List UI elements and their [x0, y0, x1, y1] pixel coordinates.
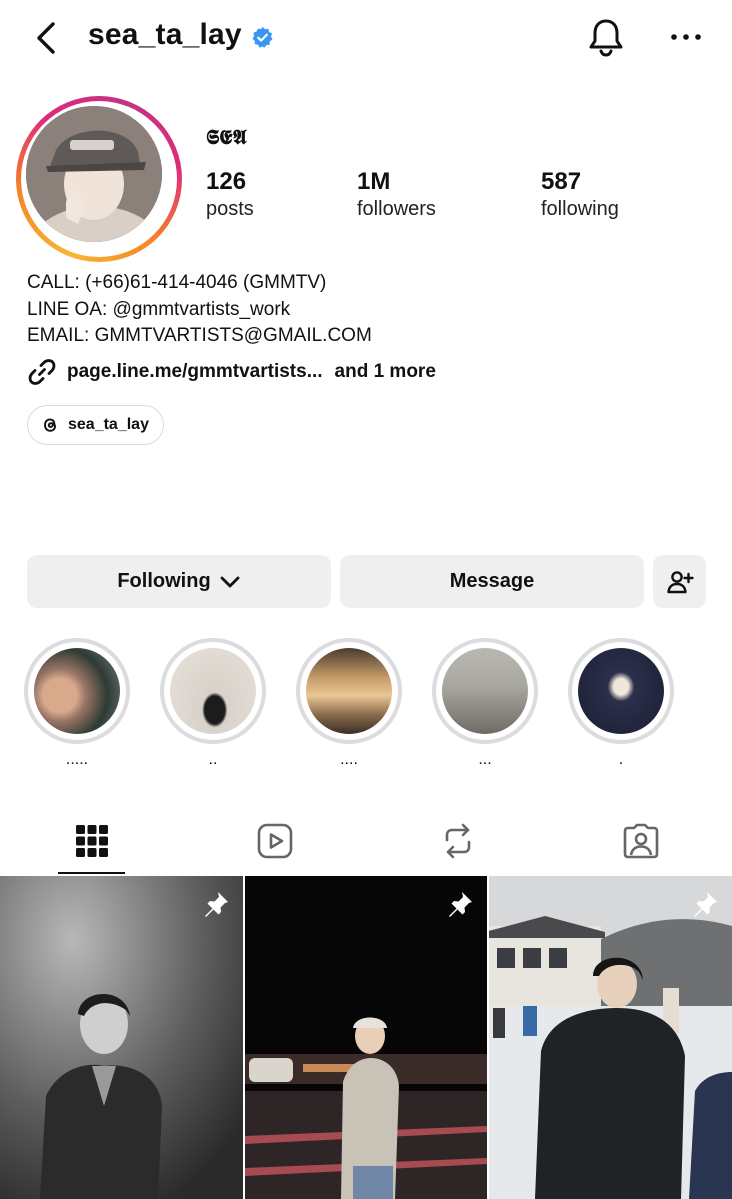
highlight-cover [306, 648, 392, 734]
bio-line: EMAIL: GMMTVARTISTS@GMAIL.COM [27, 325, 372, 346]
threads-badge[interactable]: sea_ta_lay [27, 405, 164, 445]
tab-reposts[interactable] [366, 808, 549, 874]
following-label: Following [117, 570, 211, 592]
chevron-down-icon [220, 576, 240, 587]
stat-followers[interactable]: 1M followers [357, 168, 436, 222]
pin-icon [694, 892, 717, 917]
post-thumbnail[interactable] [245, 876, 487, 1199]
following-button[interactable]: Following [27, 555, 331, 608]
story-ring[interactable] [16, 96, 182, 262]
stat-value: 1M [357, 168, 391, 195]
stat-following[interactable]: 587 following [541, 168, 619, 222]
bio-link-more[interactable]: and 1 more [335, 361, 436, 383]
posts-grid [0, 876, 732, 1199]
reels-icon [257, 823, 292, 859]
avatar[interactable] [26, 106, 162, 242]
tab-tagged[interactable] [549, 808, 732, 874]
more-options-icon[interactable] [668, 24, 704, 50]
tab-reels[interactable] [183, 808, 366, 874]
grid-icon [75, 825, 108, 857]
highlight-caption: .... [340, 751, 358, 768]
highlight-item[interactable]: ..... [24, 638, 130, 770]
verified-badge-icon [251, 26, 274, 49]
bio-link-text[interactable]: page.line.me/gmmtvartists... [67, 361, 323, 383]
pin-icon [205, 892, 228, 917]
stat-value: 587 [541, 168, 582, 195]
post-thumbnail[interactable] [0, 876, 243, 1199]
add-user-button[interactable] [653, 555, 706, 608]
tab-grid[interactable] [0, 808, 183, 874]
highlight-caption: ... [478, 751, 492, 768]
highlight-cover [578, 648, 664, 734]
stat-value: 126 [206, 168, 247, 195]
threads-icon [44, 418, 56, 432]
bio-line: LINE OA: @gmmtvartists_work [27, 298, 291, 320]
highlight-item[interactable]: . [568, 638, 674, 770]
stat-label: followers [357, 198, 436, 220]
link-icon [28, 359, 56, 385]
profile-username: sea_ta_lay [88, 18, 242, 51]
message-label: Message [449, 570, 535, 592]
highlight-caption: . [618, 751, 624, 768]
highlight-item[interactable]: .. [160, 638, 266, 770]
pin-icon [449, 892, 472, 917]
bio: CALL: (+66)61-414-4046 (GMMTV) LINE OA: … [27, 270, 372, 350]
highlight-caption: ..... [65, 751, 89, 768]
tagged-person-icon [623, 823, 658, 859]
highlight-caption: .. [208, 751, 218, 768]
highlight-cover [170, 648, 256, 734]
display-name: 𝕾𝕰𝕬 [206, 125, 247, 149]
add-user-icon [666, 570, 694, 593]
message-button[interactable]: Message [340, 555, 644, 608]
repost-icon [445, 823, 470, 859]
profile-header: sea_ta_lay [0, 0, 732, 76]
bio-link[interactable]: page.line.me/gmmtvartists... and 1 more [27, 356, 436, 388]
highlight-item[interactable]: .... [296, 638, 402, 770]
back-icon[interactable] [30, 20, 62, 56]
bio-line: CALL: (+66)61-414-4046 (GMMTV) [27, 272, 327, 293]
highlight-cover [34, 648, 120, 734]
threads-handle: sea_ta_lay [68, 416, 149, 433]
stat-label: posts [206, 198, 254, 220]
notifications-bell-icon[interactable] [586, 16, 626, 58]
active-tab-indicator [58, 872, 125, 874]
highlight-item[interactable]: ... [432, 638, 538, 770]
highlight-cover [442, 648, 528, 734]
post-thumbnail[interactable] [489, 876, 732, 1199]
stat-label: following [541, 198, 619, 220]
profile-tabs [0, 808, 732, 874]
stat-posts[interactable]: 126 posts [206, 168, 254, 222]
